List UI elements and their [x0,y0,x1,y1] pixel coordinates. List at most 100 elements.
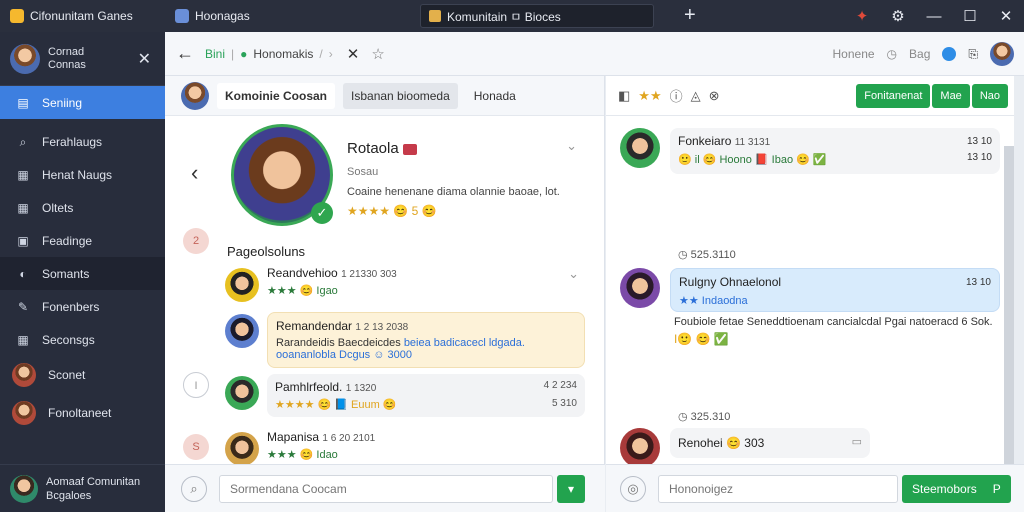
app-title-area: Cifonunitam Ganes [0,9,165,23]
toolbar-label-2[interactable]: Bag [909,47,930,61]
chevron-left-icon[interactable]: ‹ [191,160,198,186]
sidebar-item-5[interactable]: ◐ Somants [0,257,165,290]
breadcrumb-item-2[interactable]: Honomakis [253,47,313,61]
sidebar-item-1[interactable]: ⌕ Ferahlaugs [0,125,165,158]
list-item-time: 1 2 13 2038 [355,322,409,333]
avatar [225,314,259,348]
sidebar-item-label: Seniing [42,95,83,110]
attachment-icon[interactable]: ▭ [852,435,862,448]
list-item-text-main: Rarandeidis Baecdeicdes [276,337,401,349]
filter-icon[interactable]: ▾ [557,474,585,503]
list-item-time-right-2: 5 310 [551,398,577,409]
action-button-0[interactable]: Fonitanenat [856,84,931,108]
circle-icon: ◐ [19,266,27,281]
sidebar-item-9[interactable]: Fonoltaneet [0,394,165,432]
breadcrumb-separator: / [319,46,323,61]
browser-tab[interactable]: Hoonagas [165,9,415,23]
sidebar-profile[interactable]: Cornad Connas ✕ [0,32,165,86]
address-text: Komunitain ㅁ Bioces [447,9,561,24]
chevron-down-icon[interactable]: ⌄ [568,266,579,282]
maximize-icon[interactable]: ☐ [952,7,988,25]
action-button-1[interactable]: Mae [932,84,970,108]
main-toolbar: ← Bini | ● Honomakis / › ✕ ☆ Honene ◷ Ba… [165,32,1024,76]
dot-icon: ● [240,46,248,61]
scrollbar[interactable] [1004,146,1014,464]
send-button[interactable]: Steemobors P [902,474,1011,503]
list-item-title-text: Pamhlrfeold. [275,380,343,394]
action-button-2[interactable]: Nao [971,84,1008,108]
sidebar-item-6[interactable]: ✎ Fonenbers [0,290,165,323]
back-arrow-icon[interactable]: ← [165,43,205,64]
close-icon[interactable]: ✕ [347,45,360,63]
chat-message[interactable]: Renohei 😊 303 ▭ [620,428,1000,468]
list-item-link[interactable]: beiea badicacecl ldgada. [404,337,525,349]
sidebar-footer[interactable]: Aomaaf Comunitan Bcgaloes [0,464,165,512]
app-logo-icon [10,9,24,23]
share-icon[interactable]: ⎘ [968,47,978,62]
avatar [225,432,259,466]
tab-0[interactable]: Komoinie Coosan [217,82,336,109]
chat-rating: ★★ [638,87,662,103]
chat-message[interactable]: Fonkeiaro 11 3131 🙂 il 😊 Hoono 📕 Ibao 😊 … [620,128,1000,174]
list-item-time-right: 4 2 234 [543,380,577,391]
search-icon: ⌕ [19,134,27,149]
info-icon[interactable]: ⓘ [670,86,683,105]
message-input[interactable] [658,474,898,503]
avatar [10,43,40,74]
toolbar-label-1[interactable]: Honene [833,47,875,61]
profile-subtitle: Sosau [347,166,379,178]
settings-icon[interactable]: ⊗ [709,88,720,104]
breadcrumb-item-1[interactable]: Bini [205,47,225,61]
close-icon[interactable]: ✕ [988,7,1024,25]
sidebar-item-2[interactable]: ▦ Henat Naugs [0,158,165,191]
close-icon[interactable]: ✕ [138,49,165,69]
list-item[interactable]: Remandendar 1 2 13 2038 Rarandeidis Baec… [225,312,585,368]
count-badge: S [183,434,209,460]
chat-message-time: 13 10 [965,277,991,288]
address-bar[interactable]: Komunitain ㅁ Bioces [420,4,654,28]
profile-bio: Coaine henenane diama olannie baoae, lot… [347,186,560,198]
notification-icon[interactable] [942,47,957,61]
sidebar-item-label: Oltets [42,200,74,215]
sidebar-item-8[interactable]: Sconet [0,356,165,394]
camera-icon[interactable]: ◎ [620,475,646,502]
search-input[interactable] [219,474,553,503]
avatar [620,268,660,308]
chat-message-timestamps: 13 10 13 10 [967,134,992,166]
bookmark-icon[interactable]: ◧ [618,88,630,104]
chat-message[interactable]: Rulgny Ohnaelonol ★★ Indaodna 13 10 [620,268,1000,312]
sidebar-item-3[interactable]: ▦ Oltets [0,191,165,224]
sidebar-item-label: Ferahlaugs [42,134,103,149]
sidebar-item-label: Fonenbers [42,299,100,314]
minimize-icon[interactable]: — [916,8,952,25]
clock-icon[interactable]: ◷ [887,47,897,61]
sidebar-item-4[interactable]: ▣ Feadinge [0,224,165,257]
list-item[interactable]: Pamhlrfeold. 1 1320 ★★★★ 😊 📘 Euum 😊 4 2 … [225,374,585,417]
sidebar-item-label: Somants [42,266,90,281]
list-item-time: 1 1320 [345,383,377,394]
sidebar-item-7[interactable]: ▦ Seconsgs [0,323,165,356]
profile-name-line1: Cornad [48,45,85,58]
title-bar: Cifonunitam Ganes Hoonagas Komunitain ㅁ … [0,0,1024,32]
tab-2[interactable]: Honada [466,83,524,109]
avatar [620,128,660,168]
sidebar-item-0[interactable]: ▤ Seniing [0,86,165,119]
footer-line1: Aomaaf Comunitan [46,475,141,488]
star-icon[interactable]: ☆ [371,45,384,63]
new-tab-button[interactable]: + [684,4,696,26]
drop-icon[interactable]: ◬ [691,88,701,104]
tab-1[interactable]: Isbanan bioomeda [343,82,458,109]
search-icon[interactable]: ⌕ [181,475,207,502]
extension-icon[interactable]: ✦ [844,7,880,25]
chat-message-title: Fonkeiaro 11 3131 [678,134,992,148]
chevron-down-icon[interactable]: ⌄ [566,138,577,154]
profile-card: ‹ ✓ Rotaola Sosau Coaine henenane diama … [165,120,605,250]
settings-icon[interactable]: ⚙ [880,7,916,25]
grid-icon: ▦ [17,332,29,347]
list-item[interactable]: Mapanisa 1 6 20 2101 ★★★ 😊 Idao [225,430,585,466]
list-item[interactable]: Reandvehioo 1 21330 303 ★★★ 😊 Igao ⌄ [225,266,585,302]
breadcrumb: Bini | ● Honomakis / › [205,47,333,61]
list-item-time: 1 21330 303 [341,269,397,280]
list-item-title-text: Mapanisa [267,430,320,444]
avatar[interactable] [990,42,1014,66]
